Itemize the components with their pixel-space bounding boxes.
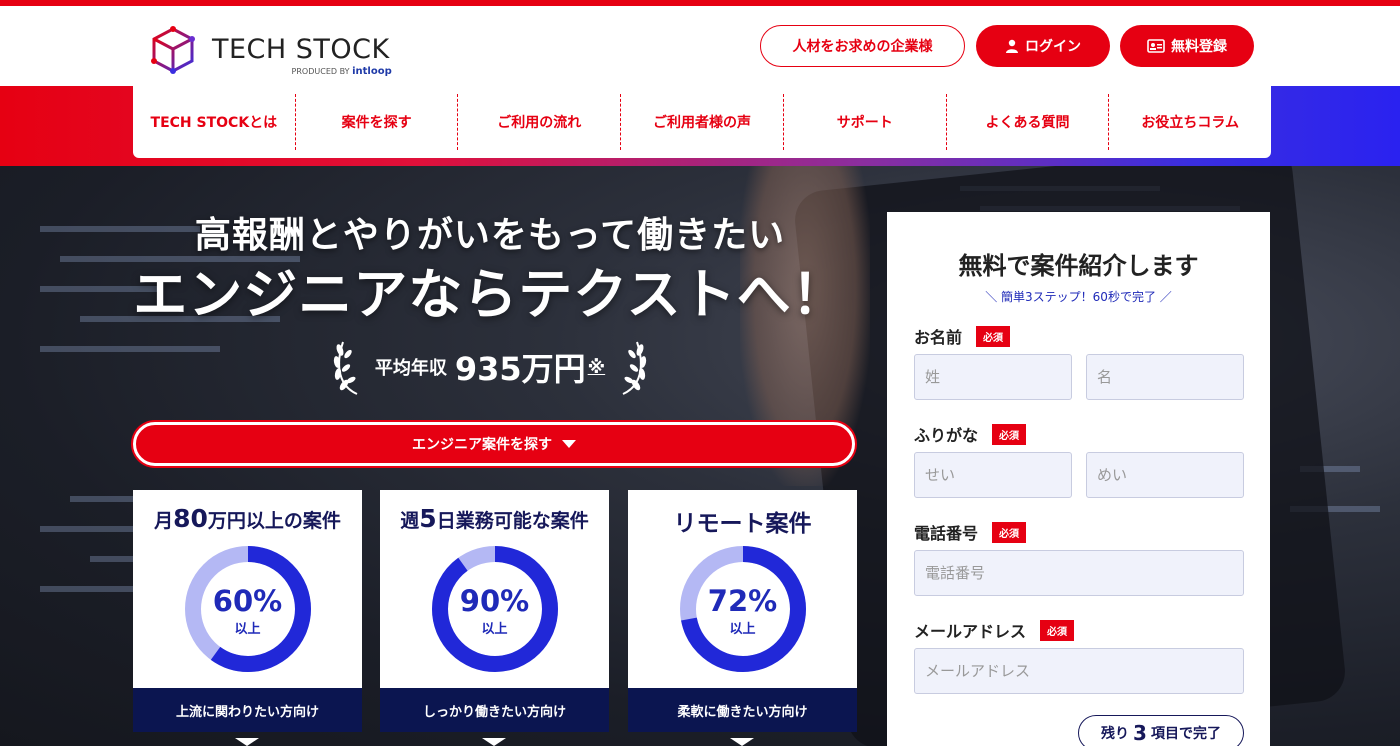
logo-cube-icon bbox=[151, 26, 195, 74]
card-title-number: 5 bbox=[419, 504, 437, 533]
donut-value: 60% bbox=[212, 584, 283, 618]
phone-label-text: 電話番号 bbox=[914, 524, 979, 543]
first-name-kana-input[interactable] bbox=[1086, 452, 1244, 498]
produced-by-brand: intloop bbox=[352, 66, 392, 77]
id-card-icon bbox=[1147, 39, 1165, 53]
company-button[interactable]: 人材をお求めの企業様 bbox=[760, 25, 965, 67]
card-footer: 柔軟に働きたい方向け bbox=[628, 688, 857, 732]
logo[interactable]: TECH STOCK PRODUCED BY intloop bbox=[148, 20, 392, 80]
required-badge: 必須 bbox=[992, 521, 1027, 543]
salary-value: 935万円 bbox=[454, 350, 586, 388]
card-arrow-icon bbox=[730, 738, 754, 746]
card-title-post: 日業務可能な案件 bbox=[436, 510, 589, 532]
search-button-label: エンジニア案件を探す bbox=[412, 437, 552, 453]
card-title: リモート案件 bbox=[628, 504, 857, 538]
remaining-pre: 残り bbox=[1101, 726, 1130, 742]
nav-item-flow[interactable]: ご利用の流れ bbox=[458, 94, 622, 150]
login-button[interactable]: ログイン bbox=[976, 25, 1110, 67]
kana-label-text: ふりがな bbox=[914, 426, 979, 445]
card-title-number: 80 bbox=[173, 504, 208, 533]
required-badge: 必須 bbox=[1040, 619, 1075, 641]
email-input[interactable] bbox=[914, 648, 1244, 694]
laurel-right-icon bbox=[622, 341, 647, 395]
required-badge: 必須 bbox=[976, 325, 1011, 347]
email-label: メールアドレス 必須 bbox=[914, 618, 1075, 642]
phone-label: 電話番号 必須 bbox=[914, 520, 1027, 544]
card-title: 月80万円以上の案件 bbox=[133, 504, 362, 533]
form-subtitle: ＼ 簡単3ステップ！60秒で完了 ／ bbox=[985, 290, 1172, 304]
register-button[interactable]: 無料登録 bbox=[1120, 25, 1254, 67]
chevron-down-icon bbox=[562, 440, 576, 448]
stat-card-high-pay[interactable]: 月80万円以上の案件 60% 以上 上流に関わりたい方向け bbox=[133, 490, 362, 732]
average-salary: 平均年収 935万円 ※ bbox=[320, 334, 660, 400]
nav-item-about[interactable]: TECH STOCKとは bbox=[133, 94, 296, 150]
hero-title: エンジニアならテクストへ！ bbox=[133, 263, 847, 326]
card-footer: 上流に関わりたい方向け bbox=[133, 688, 362, 732]
email-label-text: メールアドレス bbox=[914, 622, 1027, 641]
remaining-fields-badge: 残り 3 項目で完了 bbox=[1078, 715, 1244, 746]
user-icon bbox=[1006, 39, 1018, 53]
nav-item-support[interactable]: サポート bbox=[784, 94, 947, 150]
card-arrow-icon bbox=[482, 738, 506, 746]
name-label-text: お名前 bbox=[914, 328, 963, 347]
nav-item-testimonials[interactable]: ご利用者様の声 bbox=[621, 94, 784, 150]
logo-produced-by: PRODUCED BY intloop bbox=[292, 66, 392, 77]
produced-by-text: PRODUCED BY bbox=[291, 67, 350, 76]
required-badge: 必須 bbox=[992, 423, 1027, 445]
donut-unit: 以上 bbox=[729, 622, 756, 637]
signup-form: 無料で案件紹介します ＼ 簡単3ステップ！60秒で完了 ／ お名前 必須 ふりが… bbox=[887, 212, 1270, 746]
main-nav: TECH STOCKとは 案件を探す ご利用の流れ ご利用者様の声 サポート よ… bbox=[133, 86, 1271, 158]
phone-input[interactable] bbox=[914, 550, 1244, 596]
company-button-label: 人材をお求めの企業様 bbox=[792, 39, 933, 55]
last-name-kana-input[interactable] bbox=[914, 452, 1072, 498]
card-title-post: リモート案件 bbox=[673, 511, 812, 537]
login-button-label: ログイン bbox=[1025, 39, 1081, 55]
card-title: 週5日業務可能な案件 bbox=[380, 504, 609, 533]
donut-value: 72% bbox=[707, 584, 778, 618]
last-name-input[interactable] bbox=[914, 354, 1072, 400]
search-engineer-jobs-button[interactable]: エンジニア案件を探す bbox=[133, 422, 855, 466]
card-title-pre: 月 bbox=[154, 510, 174, 532]
stat-card-full-time[interactable]: 週5日業務可能な案件 90% 以上 しっかり働きたい方向け bbox=[380, 490, 609, 732]
nav-item-search-jobs[interactable]: 案件を探す bbox=[296, 94, 459, 150]
remaining-count: 3 bbox=[1133, 721, 1147, 745]
name-label: お名前 必須 bbox=[914, 324, 1011, 348]
form-title: 無料で案件紹介します bbox=[958, 252, 1199, 280]
first-name-input[interactable] bbox=[1086, 354, 1244, 400]
donut-unit: 以上 bbox=[481, 622, 508, 637]
register-button-label: 無料登録 bbox=[1171, 39, 1227, 55]
salary-label: 平均年収 bbox=[374, 358, 447, 379]
laurel-left-icon bbox=[333, 341, 358, 395]
stat-card-remote[interactable]: リモート案件 72% 以上 柔軟に働きたい方向け bbox=[628, 490, 857, 732]
kana-label: ふりがな 必須 bbox=[914, 422, 1027, 446]
salary-note-mark[interactable]: ※ bbox=[588, 357, 606, 378]
logo-title: TECH STOCK bbox=[212, 34, 390, 65]
donut-unit: 以上 bbox=[234, 622, 261, 637]
nav-item-column[interactable]: お役立ちコラム bbox=[1109, 94, 1271, 150]
card-footer: しっかり働きたい方向け bbox=[380, 688, 609, 732]
donut-value: 90% bbox=[459, 584, 530, 618]
card-title-pre: 週 bbox=[400, 510, 420, 532]
remaining-post: 項目で完了 bbox=[1150, 726, 1221, 742]
card-arrow-icon bbox=[235, 738, 259, 746]
card-title-post: 万円以上の案件 bbox=[207, 510, 341, 532]
site-header: TECH STOCK PRODUCED BY intloop 人材をお求めの企業… bbox=[0, 6, 1400, 86]
nav-item-faq[interactable]: よくある質問 bbox=[947, 94, 1110, 150]
